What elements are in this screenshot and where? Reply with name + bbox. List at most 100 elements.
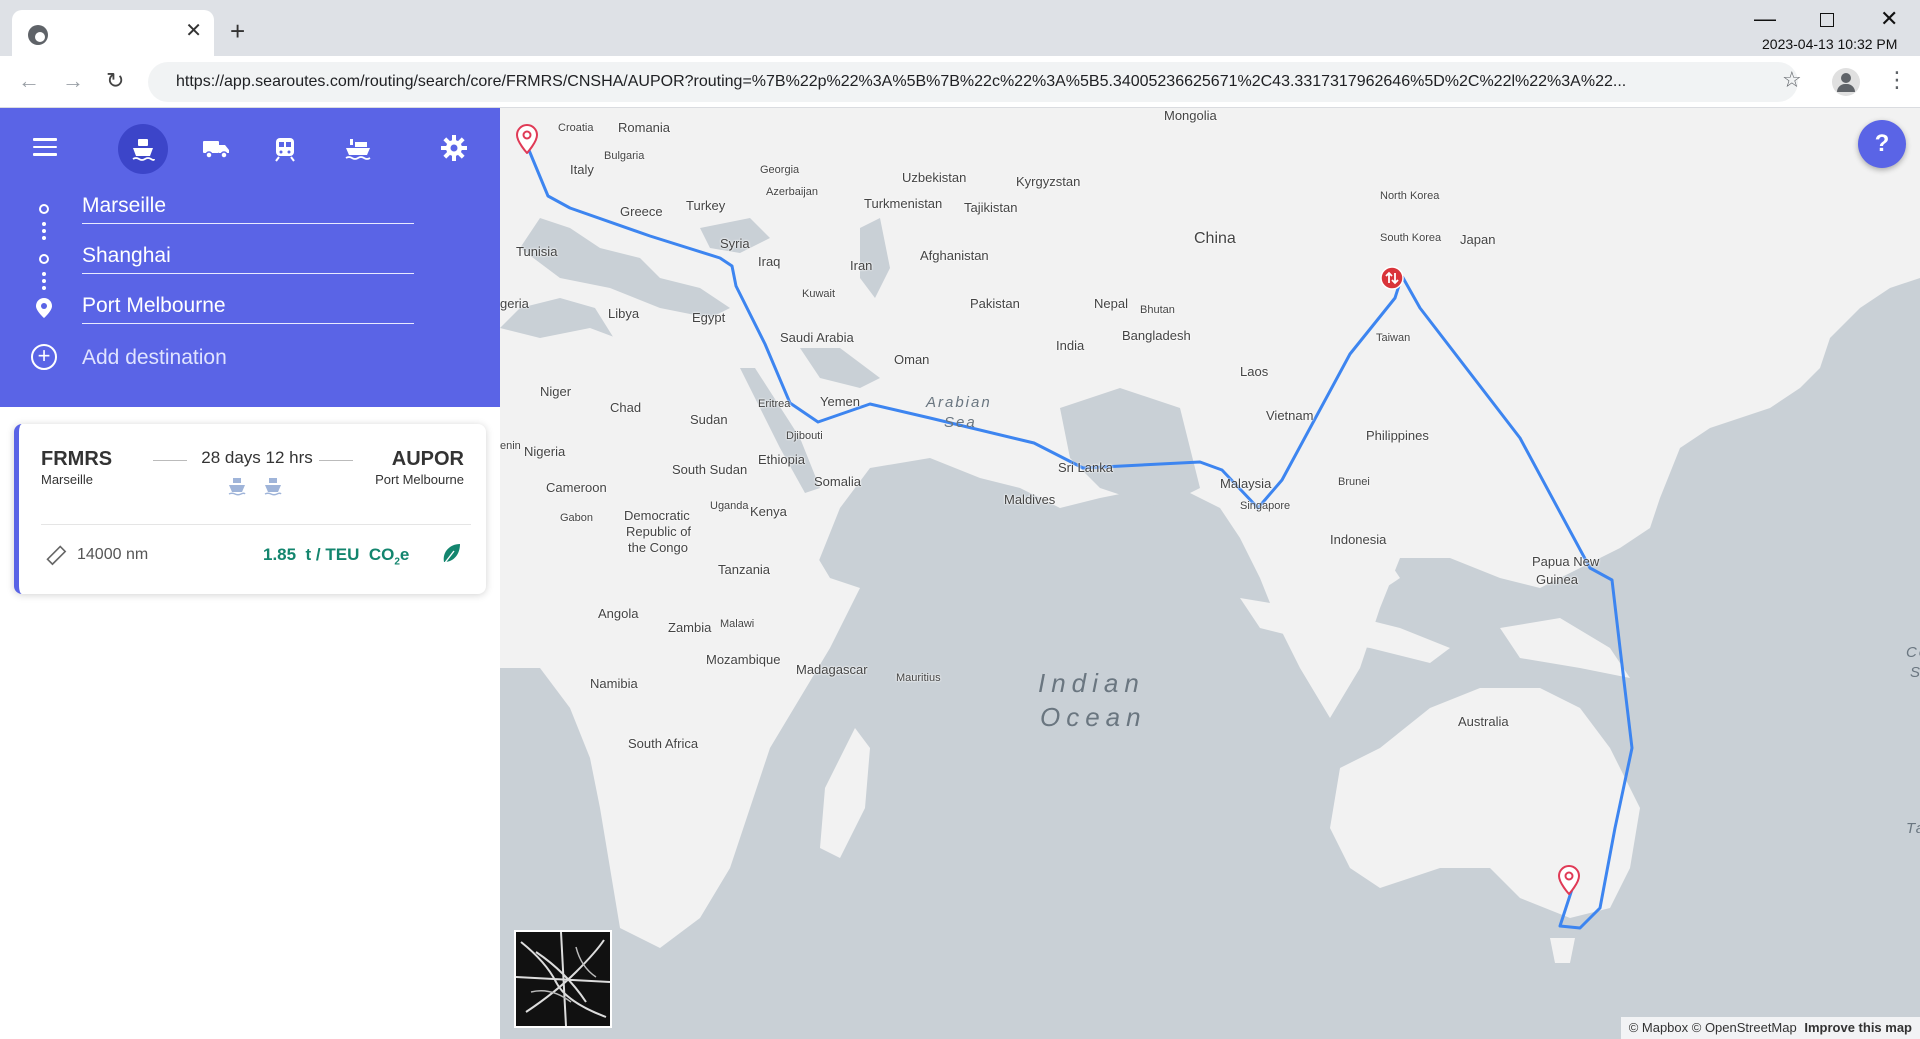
map-label: Indonesia — [1330, 532, 1387, 547]
map-label: Taiwan — [1376, 332, 1411, 344]
window-close-button[interactable]: ✕ — [1880, 6, 1898, 32]
browser-toolbar: ← → ↻ https://app.searoutes.com/routing/… — [0, 56, 1920, 108]
new-tab-button[interactable]: + — [230, 18, 245, 44]
map-label: Tajikistan — [964, 200, 1018, 215]
map-label: Kenya — [750, 504, 787, 519]
route-result-card[interactable]: FRMRS Marseille 28 days 12 hrs AUPOR Por… — [14, 424, 486, 594]
ship-leg-icon — [264, 478, 282, 496]
leaf-icon — [443, 544, 460, 565]
from-code: FRMRS — [41, 448, 113, 470]
map-label: Bhutan — [1140, 304, 1175, 316]
profile-icon[interactable] — [1832, 68, 1860, 96]
port-mode-button[interactable] — [332, 124, 382, 174]
destination-pin-icon — [36, 298, 52, 318]
origin-value[interactable]: Marseille — [82, 194, 166, 217]
map-label: Georgia — [760, 164, 800, 176]
to-name: Port Melbourne — [375, 472, 464, 487]
browser-tab[interactable]: ✕ — [12, 10, 214, 56]
map-label: Laos — [1240, 364, 1269, 379]
map-label: Indian — [1038, 668, 1145, 698]
map-label: Iraq — [758, 254, 781, 269]
map-label: Chad — [610, 400, 642, 415]
truck-mode-button[interactable] — [190, 124, 240, 174]
map-label: Bangladesh — [1122, 328, 1191, 343]
map-label: Japan — [1460, 232, 1496, 247]
hamburger-menu-icon[interactable] — [33, 138, 57, 156]
tab-close-button[interactable]: ✕ — [185, 20, 202, 42]
map-label: Italy — [570, 162, 594, 177]
ruler-icon — [46, 545, 67, 566]
map-label: Republic of — [626, 524, 692, 539]
minimize-button[interactable]: — — [1754, 6, 1776, 32]
layer-toggle-thumbnail[interactable] — [514, 930, 612, 1028]
map-label: Mozambique — [706, 652, 781, 667]
map-label: Singapore — [1240, 500, 1291, 512]
improve-map-link[interactable]: Improve this map — [1804, 1020, 1912, 1035]
divider-line — [319, 460, 353, 461]
map-label: Mongolia — [1164, 108, 1217, 123]
stop-value[interactable]: Shanghai — [82, 244, 171, 267]
distance: 14000 nm — [77, 546, 149, 563]
reorder-handle-icon[interactable] — [42, 222, 46, 243]
map-label: Vietnam — [1266, 408, 1314, 423]
minimap-icon — [515, 931, 611, 1027]
map-label: Somalia — [814, 474, 861, 489]
stop-field[interactable]: Shanghai — [82, 242, 414, 274]
map-label: Uganda — [710, 500, 749, 512]
map-label: Oman — [894, 352, 930, 367]
map-label: Namibia — [590, 676, 638, 691]
destination-pin-icon[interactable] — [1558, 865, 1580, 895]
divider-line — [153, 460, 187, 461]
port-icon — [345, 139, 371, 160]
co2-unit: t / TEU — [305, 545, 360, 564]
map-label: Sea — [944, 414, 977, 431]
map-label: South Korea — [1380, 232, 1442, 244]
map-label: Turkey — [686, 198, 726, 213]
origin-field[interactable]: Marseille — [82, 192, 414, 224]
map-label: Sri Lanka — [1058, 460, 1113, 475]
reload-icon[interactable]: ↻ — [106, 68, 124, 94]
destination-value[interactable]: Port Melbourne — [82, 294, 226, 317]
map-label: Croatia — [558, 122, 594, 134]
attribution-text[interactable]: © Mapbox © OpenStreetMap — [1629, 1020, 1797, 1035]
truck-icon — [203, 141, 229, 159]
map-label: Afghanistan — [920, 248, 989, 263]
star-icon[interactable]: ☆ — [1782, 68, 1802, 92]
map-label: India — [1056, 338, 1085, 353]
menu-icon[interactable]: ⋮ — [1886, 68, 1908, 92]
ship-leg-icon — [228, 478, 246, 496]
back-icon[interactable]: ← — [18, 68, 40, 94]
map-label: Ta — [1906, 820, 1920, 837]
maximize-button[interactable] — [1820, 13, 1834, 27]
help-button[interactable]: ? — [1858, 120, 1906, 168]
destination-field[interactable]: Port Melbourne — [82, 292, 414, 324]
reorder-handle-icon[interactable] — [42, 272, 46, 293]
map-label: Iran — [850, 258, 873, 273]
origin-pin-icon[interactable] — [516, 124, 538, 154]
map-label: geria — [500, 296, 529, 311]
map-label: Egypt — [692, 310, 726, 325]
map-label: Kuwait — [802, 288, 836, 300]
browser-titlebar: ✕ + — ✕ 2023-04-13 10:32 PM — [0, 0, 1920, 56]
rail-mode-button[interactable] — [260, 124, 310, 174]
map-label: Ethiopia — [758, 452, 805, 467]
sidebar: Marseille Shanghai Port Melbourne + Add … — [0, 108, 500, 1039]
map-label: Malaysia — [1220, 476, 1272, 491]
transshipment-icon[interactable] — [1380, 266, 1404, 290]
map-label: Sudan — [690, 412, 728, 427]
map-label: South Sudan — [672, 462, 748, 477]
add-destination-button[interactable]: Add destination — [82, 346, 227, 370]
gear-icon[interactable] — [440, 134, 468, 162]
map-label: Mauritius — [896, 672, 941, 684]
map-view[interactable]: Mongolia Romania Croatia Bulgaria Italy … — [500, 108, 1920, 1039]
map-label: Tunisia — [516, 244, 558, 259]
map-label: Nepal — [1094, 296, 1128, 311]
address-bar[interactable]: https://app.searoutes.com/routing/search… — [148, 62, 1798, 102]
url-text[interactable]: https://app.searoutes.com/routing/search… — [176, 73, 1666, 91]
forward-icon[interactable]: → — [62, 68, 84, 94]
favicon-icon — [28, 25, 48, 45]
ship-mode-button[interactable] — [118, 124, 168, 174]
waypoint-origin-icon — [39, 204, 49, 214]
add-circle-icon[interactable]: + — [31, 344, 57, 370]
map-label: Bulgaria — [604, 150, 645, 162]
